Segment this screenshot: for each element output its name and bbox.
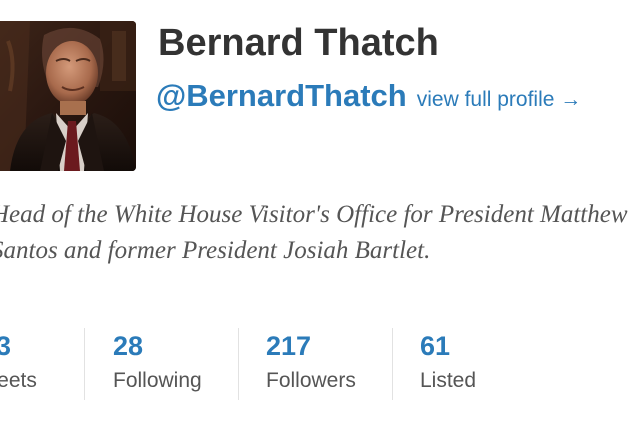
stat-listed[interactable]: 61 Listed	[420, 326, 476, 406]
handle-row: @BernardThatch view full profile →	[156, 74, 581, 124]
avatar[interactable]	[0, 21, 136, 171]
view-full-profile-link[interactable]: view full profile →	[417, 88, 582, 111]
profile-name: Bernard Thatch	[158, 22, 439, 64]
stat-tweets[interactable]: 3 weets	[0, 326, 37, 406]
stat-tweets-label: weets	[0, 369, 37, 392]
profile-card: Bernard Thatch @BernardThatch view full …	[0, 0, 640, 430]
profile-bio: Head of the White House Visitor's Office…	[0, 201, 628, 264]
stat-following-count: 28	[113, 331, 144, 361]
stat-following[interactable]: 28 Following	[113, 326, 202, 406]
stat-following-label: Following	[113, 369, 202, 392]
stat-followers-count: 217	[266, 331, 312, 361]
stat-divider	[392, 328, 393, 400]
profile-handle-link[interactable]: @BernardThatch	[156, 78, 407, 113]
profile-stats: 3 weets 28 Following 217 Followers 61 Li…	[0, 326, 640, 406]
stat-listed-label: Listed	[420, 369, 477, 392]
avatar-photo	[0, 21, 136, 171]
stat-listed-count: 61	[420, 331, 451, 361]
stat-followers[interactable]: 217 Followers	[266, 326, 356, 406]
stat-divider	[238, 328, 239, 400]
stat-divider	[84, 328, 85, 400]
stat-followers-label: Followers	[266, 369, 356, 392]
stat-tweets-count: 3	[0, 331, 12, 361]
